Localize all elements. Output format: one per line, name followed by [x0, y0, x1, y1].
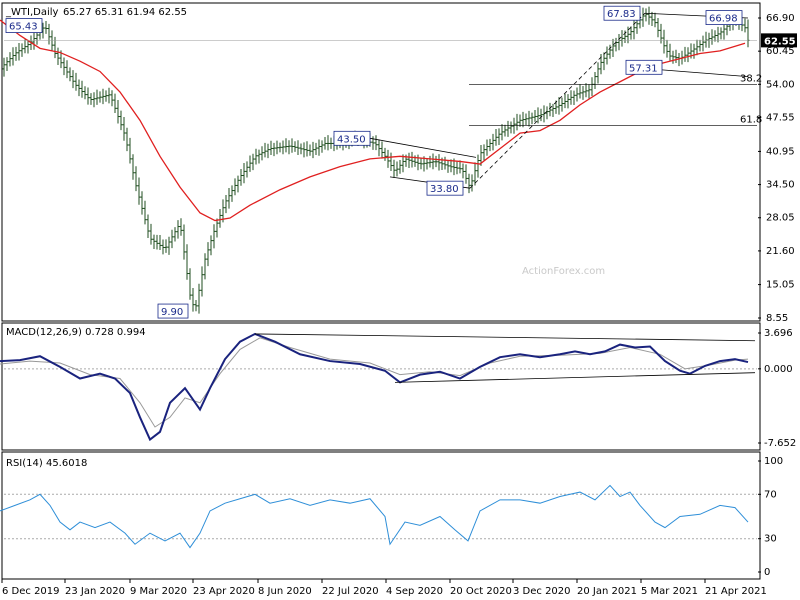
x-axis-label: 20 Oct 2020 [450, 586, 512, 597]
x-axis-label: 4 Sep 2020 [386, 586, 443, 597]
annotation-label: 57.31 [629, 63, 658, 74]
x-axis-label: 21 Apr 2021 [705, 586, 767, 597]
x-axis-label: 22 Jul 2020 [322, 586, 379, 597]
rsi-axis-label: 70 [764, 489, 777, 500]
x-axis-label: 3 Dec 2020 [513, 586, 571, 597]
symbol-header: _WTI,Daily [5, 7, 59, 18]
fib-level-label: 38.2 [740, 73, 762, 84]
macd-axis-label: 3.696 [764, 328, 793, 339]
price-axis-label: 8.55 [766, 313, 788, 324]
rsi-axis-label: 30 [764, 534, 777, 545]
chart: _WTI,Daily 65.27 65.31 61.94 62.55 MACD(… [0, 0, 800, 600]
x-axis-label: 5 Mar 2021 [641, 586, 698, 597]
price-axis-label: 54.00 [766, 79, 795, 90]
rsi-axis-label: 0 [764, 567, 770, 578]
price-axis-label: 47.55 [766, 112, 795, 123]
macd-axis-label: 0.000 [764, 364, 793, 375]
x-axis-label: 20 Jan 2021 [577, 586, 637, 597]
x-axis-label: 23 Jan 2020 [65, 586, 125, 597]
price-axis-label: 15.05 [766, 280, 795, 291]
fib-level-label: 61.8 [740, 114, 762, 125]
annotation-label: 9.90 [161, 307, 183, 318]
annotation-label: 65.43 [9, 22, 38, 33]
x-axis-label: 9 Mar 2020 [130, 586, 187, 597]
price-axis-label: 34.50 [766, 180, 795, 191]
price-axis-label: 40.95 [766, 146, 795, 157]
annotation-label: 43.50 [337, 134, 366, 145]
macd-header: MACD(12,26,9) 0.728 0.994 [6, 327, 146, 338]
price-axis-label: 21.60 [766, 246, 795, 257]
price-axis-label: 66.90 [766, 13, 795, 24]
watermark: ActionForex.com [522, 266, 605, 277]
rsi-header: RSI(14) 45.6018 [6, 458, 87, 469]
price-axis-label: 28.05 [766, 213, 795, 224]
x-axis-label: 6 Dec 2019 [2, 586, 60, 597]
macd-axis-label: -7.652 [764, 438, 796, 449]
price-axis-label: 60.45 [766, 46, 795, 57]
rsi-axis-label: 100 [764, 456, 783, 467]
annotation-label: 66.98 [709, 14, 738, 25]
current-price-label: 62.55 [764, 36, 796, 47]
annotation-label: 33.80 [430, 184, 459, 195]
x-axis-label: 8 Jun 2020 [258, 586, 312, 597]
annotation-label: 67.83 [607, 9, 636, 20]
ohlc-header: 65.27 65.31 61.94 62.55 [63, 7, 187, 18]
x-axis-label: 23 Apr 2020 [193, 586, 255, 597]
